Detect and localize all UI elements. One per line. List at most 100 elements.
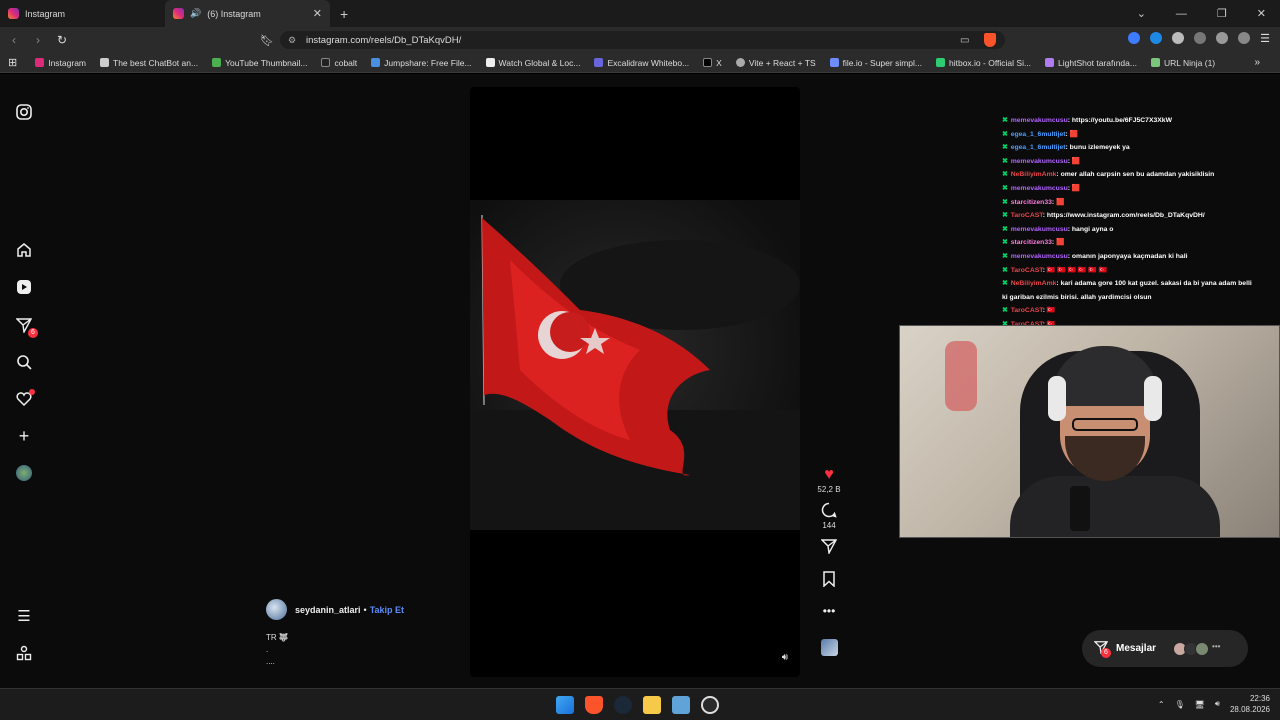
back-button[interactable]: ‹ bbox=[4, 33, 24, 47]
heart-notifications-icon[interactable] bbox=[15, 389, 35, 408]
chat-username: TaroCAST bbox=[1010, 266, 1043, 274]
clock[interactable]: 22:36 28.08.2026 bbox=[1230, 693, 1270, 715]
bookmark-item[interactable]: LightShot tarafında... bbox=[1045, 58, 1137, 68]
chat-message: ✖TaroCAST: 🇹🇷 bbox=[1002, 304, 1280, 318]
extensions-puzzle-icon[interactable] bbox=[1194, 32, 1207, 44]
microphone-icon[interactable]: 🎙︎ bbox=[1175, 700, 1185, 709]
steam-icon[interactable] bbox=[614, 696, 632, 714]
author-avatar[interactable] bbox=[266, 599, 287, 620]
obs-icon[interactable] bbox=[701, 696, 719, 714]
instagram-logo-icon[interactable] bbox=[15, 103, 33, 121]
file-explorer-icon[interactable] bbox=[643, 696, 661, 714]
brave-browser-icon[interactable] bbox=[585, 696, 603, 714]
chat-username: starcitizen33 bbox=[1010, 198, 1052, 206]
more-bookmarks-icon[interactable]: » bbox=[1254, 57, 1260, 68]
extension-icon[interactable] bbox=[1216, 32, 1229, 44]
maximize-button[interactable]: ❐ bbox=[1217, 7, 1227, 20]
search-icon[interactable] bbox=[15, 353, 33, 371]
author-username[interactable]: seydanin_atlari bbox=[295, 605, 361, 615]
more-dots-icon[interactable]: ••• bbox=[823, 604, 836, 623]
bookmark-item[interactable]: hitbox.io - Official Si... bbox=[936, 58, 1031, 68]
chat-username: memevakumcusu bbox=[1010, 252, 1068, 260]
bookmark-item[interactable]: cobalt bbox=[321, 58, 357, 68]
cast-icon[interactable]: ▭ bbox=[960, 35, 969, 46]
save-action[interactable] bbox=[822, 571, 836, 590]
volume-icon[interactable]: 🔊︎ bbox=[1215, 699, 1220, 709]
chat-text: ki gariban ezilmis birisi. allah yardimc… bbox=[1002, 293, 1152, 301]
chat-message: ✖ NeBiliyimAmk: omer allah carpsin sen bu… bbox=[1002, 168, 1280, 182]
heart-icon[interactable]: ♥ bbox=[824, 466, 834, 485]
bookmark-icon[interactable]: 🔖︎ bbox=[260, 34, 274, 47]
bookmark-item[interactable]: The best ChatBot an... bbox=[100, 58, 198, 68]
clock-date: 28.08.2026 bbox=[1229, 705, 1270, 714]
chat-username: starcitizen33 bbox=[1010, 239, 1052, 247]
forward-button[interactable]: › bbox=[28, 33, 48, 47]
video-frame bbox=[470, 200, 800, 530]
close-window-button[interactable]: ✕ bbox=[1257, 7, 1266, 20]
more-options-action[interactable]: ••• bbox=[823, 604, 836, 623]
moderator-badge-icon: ✖ bbox=[1002, 212, 1008, 220]
minimize-button[interactable]: — bbox=[1176, 8, 1187, 20]
share-action[interactable] bbox=[820, 538, 838, 557]
brave-shield-icon[interactable] bbox=[984, 33, 996, 47]
bookmark-item[interactable]: Watch Global & Loc... bbox=[485, 58, 580, 68]
more-menu-icon[interactable]: ☰ bbox=[15, 607, 33, 625]
reload-button[interactable]: ↻ bbox=[52, 33, 72, 47]
messages-button[interactable]: 6 Mesajlar ••• bbox=[1082, 630, 1248, 667]
direct-messages-icon[interactable]: 6 bbox=[15, 316, 38, 338]
profile-avatar[interactable] bbox=[15, 464, 33, 482]
bookmark-item[interactable]: URL Ninja (1) bbox=[1150, 58, 1215, 68]
vpn-icon[interactable] bbox=[1238, 32, 1251, 44]
bookmark-item[interactable]: Instagram bbox=[35, 58, 86, 68]
also-from-meta-icon[interactable] bbox=[15, 644, 33, 662]
mute-toggle-icon[interactable]: 🔊︎ bbox=[782, 652, 788, 663]
chat-username: memevakumcusu bbox=[1010, 184, 1068, 192]
tab-search-icon[interactable]: ⌄ bbox=[1137, 7, 1146, 20]
create-plus-icon[interactable]: + bbox=[15, 426, 33, 446]
speaker-icon[interactable]: 🔊 bbox=[190, 8, 201, 19]
chat-text: : 🟥 bbox=[1051, 198, 1065, 206]
instagram-favicon-icon bbox=[8, 8, 19, 19]
chat-message: ✖ memevakumcusu: omanın japonyaya kaçmada… bbox=[1002, 250, 1280, 264]
close-tab-icon[interactable]: ✕ bbox=[313, 7, 322, 20]
reels-icon[interactable] bbox=[15, 278, 33, 296]
bookmark-item[interactable]: Excalidraw Whitebo... bbox=[594, 58, 689, 68]
follow-button[interactable]: Takip Et bbox=[370, 605, 404, 615]
windows-start-icon[interactable] bbox=[556, 696, 574, 714]
site-info-icon[interactable]: ⚙ bbox=[288, 35, 296, 46]
bookmark-save-icon[interactable] bbox=[822, 571, 836, 590]
chat-message: ✖ memevakumcusu: 🟥 bbox=[1002, 155, 1280, 169]
bookmark-item[interactable]: YouTube Thumbnail... bbox=[212, 58, 307, 68]
bookmark-item[interactable]: file.io - Super simpl... bbox=[829, 58, 922, 68]
extension-icon[interactable] bbox=[1128, 32, 1141, 44]
menu-icon[interactable]: ☰ bbox=[1260, 32, 1270, 45]
audio-thumbnail[interactable] bbox=[820, 639, 838, 656]
chat-username: egea_1_6multijet bbox=[1010, 144, 1066, 152]
headphone-left bbox=[1048, 376, 1066, 421]
address-bar[interactable]: ⚙ instagram.com/reels/Db_DTaKqvDH/ bbox=[280, 31, 1005, 49]
home-icon[interactable] bbox=[15, 241, 33, 259]
comment-icon[interactable] bbox=[821, 502, 837, 521]
reel-video[interactable]: 🔊︎ bbox=[470, 87, 800, 677]
monitor-app-icon[interactable] bbox=[672, 696, 690, 714]
chat-message: ✖ memevakumcusu: 🟥 bbox=[1002, 182, 1280, 196]
like-action[interactable]: ♥ 52,2 B bbox=[817, 466, 840, 494]
bookmark-item[interactable]: X bbox=[703, 58, 722, 68]
new-tab-button[interactable]: + bbox=[340, 6, 348, 22]
apps-grid-icon[interactable]: ⊞ bbox=[8, 56, 17, 69]
turkish-flag-image bbox=[470, 200, 800, 530]
share-icon[interactable] bbox=[820, 538, 838, 557]
moderator-badge-icon: ✖ bbox=[1002, 198, 1008, 206]
moderator-badge-icon: ✖ bbox=[1002, 225, 1008, 233]
tab-instagram-1[interactable]: Instagram bbox=[0, 0, 165, 27]
bookmark-item[interactable]: Jumpshare: Free File... bbox=[371, 58, 472, 68]
wall-poster bbox=[945, 341, 977, 411]
extension-icon[interactable] bbox=[1150, 32, 1163, 44]
comment-action[interactable]: 144 bbox=[821, 502, 837, 530]
bookmark-item[interactable]: Vite + React + TS bbox=[735, 58, 816, 68]
watch-icon bbox=[485, 58, 495, 67]
tray-overflow-icon[interactable]: ⌃ bbox=[1158, 700, 1165, 709]
tab-instagram-2[interactable]: 🔊 (6) Instagram ✕ bbox=[165, 0, 330, 27]
extension-icon[interactable] bbox=[1172, 32, 1185, 44]
network-icon[interactable]: 🖥︎ bbox=[1195, 700, 1205, 709]
